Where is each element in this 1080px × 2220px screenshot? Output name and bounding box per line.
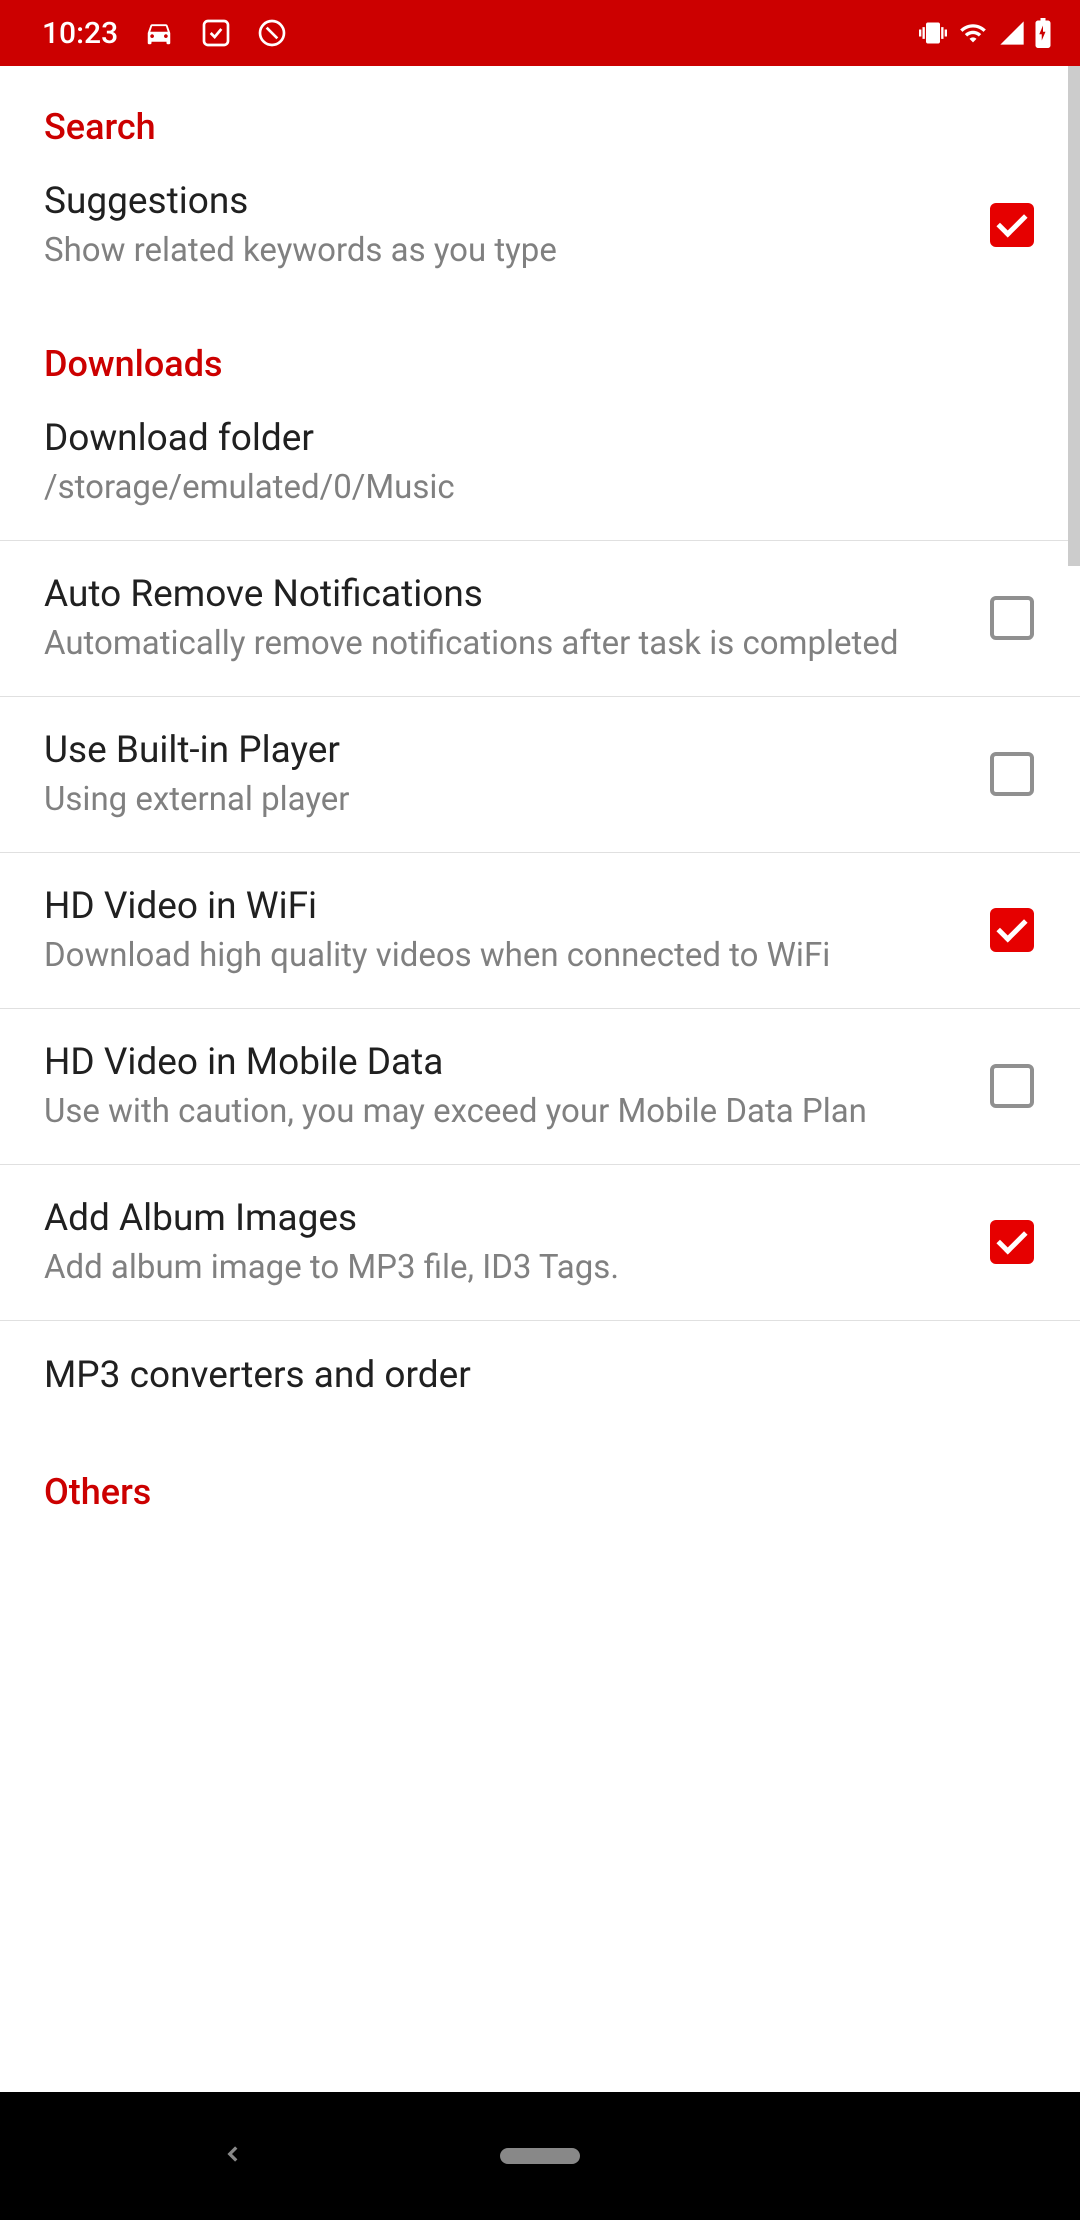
- checkbox-auto-remove[interactable]: [988, 594, 1036, 642]
- setting-title: Add Album Images: [44, 1195, 968, 1243]
- battery-icon: [1034, 18, 1052, 48]
- setting-hd-mobile[interactable]: HD Video in Mobile Data Use with caution…: [0, 1009, 1080, 1165]
- checkbox-hd-mobile[interactable]: [988, 1062, 1036, 1110]
- setting-title: Auto Remove Notifications: [44, 571, 968, 619]
- check-icon: [990, 1220, 1034, 1264]
- setting-subtitle: /storage/emulated/0/Music: [44, 467, 1016, 510]
- back-button[interactable]: [220, 2141, 246, 2171]
- checkbox-empty-icon: [990, 752, 1034, 796]
- section-header-search: Search: [0, 66, 1080, 148]
- setting-title: Use Built-in Player: [44, 727, 968, 775]
- setting-album-images[interactable]: Add Album Images Add album image to MP3 …: [0, 1165, 1080, 1321]
- app-icon-2: [256, 17, 288, 49]
- checkbox-suggestions[interactable]: [988, 201, 1036, 249]
- car-icon: [142, 18, 176, 48]
- settings-content[interactable]: Search Suggestions Show related keywords…: [0, 66, 1080, 2092]
- setting-title: HD Video in Mobile Data: [44, 1039, 968, 1087]
- setting-subtitle: Add album image to MP3 file, ID3 Tags.: [44, 1247, 968, 1290]
- navigation-bar: [0, 2092, 1080, 2220]
- signal-icon: [998, 19, 1026, 47]
- setting-title: MP3 converters and order: [44, 1352, 1016, 1400]
- scrollbar[interactable]: [1068, 66, 1080, 566]
- checkbox-builtin-player[interactable]: [988, 750, 1036, 798]
- home-indicator[interactable]: [500, 2148, 580, 2164]
- vibrate-icon: [918, 19, 948, 47]
- checkbox-empty-icon: [990, 596, 1034, 640]
- section-header-others: Others: [0, 1431, 1080, 1533]
- setting-subtitle: Use with caution, you may exceed your Mo…: [44, 1091, 968, 1134]
- app-icon-1: [200, 17, 232, 49]
- setting-subtitle: Using external player: [44, 779, 968, 822]
- wifi-icon: [956, 19, 990, 47]
- check-icon: [990, 908, 1034, 952]
- setting-auto-remove-notifications[interactable]: Auto Remove Notifications Automatically …: [0, 541, 1080, 697]
- setting-download-folder[interactable]: Download folder /storage/emulated/0/Musi…: [0, 385, 1080, 541]
- setting-title: Suggestions: [44, 178, 968, 226]
- checkbox-empty-icon: [990, 1064, 1034, 1108]
- setting-suggestions[interactable]: Suggestions Show related keywords as you…: [0, 148, 1080, 303]
- status-bar-right: [918, 18, 1052, 48]
- setting-hd-wifi[interactable]: HD Video in WiFi Download high quality v…: [0, 853, 1080, 1009]
- setting-subtitle: Automatically remove notifications after…: [44, 623, 968, 666]
- setting-title: HD Video in WiFi: [44, 883, 968, 931]
- setting-subtitle: Download high quality videos when connec…: [44, 935, 968, 978]
- checkbox-album-images[interactable]: [988, 1218, 1036, 1266]
- setting-title: Download folder: [44, 415, 1016, 463]
- section-header-downloads: Downloads: [0, 303, 1080, 385]
- check-icon: [990, 203, 1034, 247]
- setting-mp3-converters[interactable]: MP3 converters and order: [0, 1321, 1080, 1431]
- status-bar: 10:23: [0, 0, 1080, 66]
- checkbox-hd-wifi[interactable]: [988, 906, 1036, 954]
- setting-subtitle: Show related keywords as you type: [44, 230, 968, 273]
- setting-builtin-player[interactable]: Use Built-in Player Using external playe…: [0, 697, 1080, 853]
- status-time: 10:23: [42, 16, 118, 51]
- status-bar-left: 10:23: [42, 16, 288, 51]
